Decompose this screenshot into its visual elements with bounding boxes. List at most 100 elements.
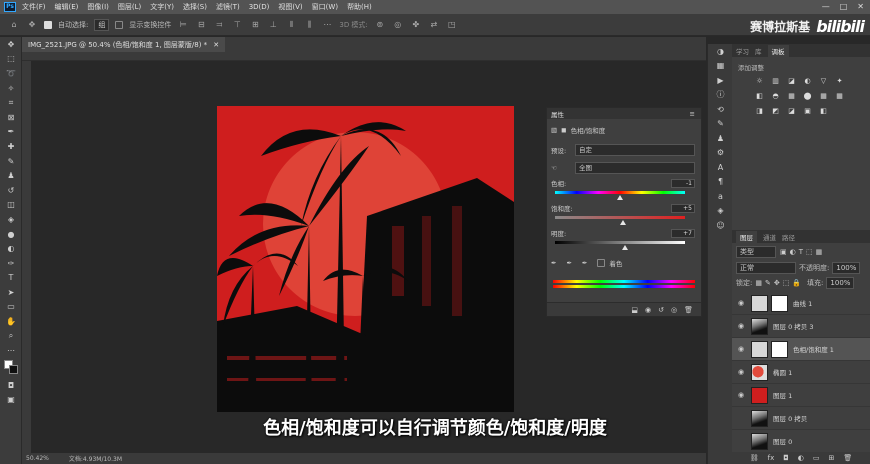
path-select-icon[interactable]: ➤: [0, 285, 22, 300]
saturation-value[interactable]: +5: [671, 203, 695, 213]
target-hand-icon[interactable]: ☜: [551, 164, 557, 172]
layer-name[interactable]: 曲线 1: [793, 298, 812, 308]
distribute-icon[interactable]: ⫴: [285, 19, 297, 31]
saturation-slider-track[interactable]: [555, 216, 685, 219]
distribute-h-icon[interactable]: ⫼: [303, 19, 315, 31]
magic-wand-icon[interactable]: ✧: [0, 81, 22, 96]
layer-name[interactable]: 图层 0 拷贝 3: [773, 321, 813, 331]
adjust-icon[interactable]: ⚙: [708, 146, 733, 161]
opacity-field[interactable]: 100%: [832, 262, 861, 274]
saturation-slider-thumb[interactable]: [620, 220, 627, 225]
more-tools-icon[interactable]: ⋯: [0, 343, 22, 358]
lightness-slider-thumb[interactable]: [621, 245, 628, 250]
fx-icon[interactable]: fx: [768, 454, 775, 462]
layer-mask-thumbnail[interactable]: [771, 340, 788, 358]
visibility-icon[interactable]: ◎: [671, 306, 677, 314]
layer-visibility-icon[interactable]: ◉: [735, 391, 747, 399]
channel-dropdown[interactable]: 全图: [575, 162, 695, 174]
marquee-icon[interactable]: ⬚: [0, 52, 22, 67]
zoom-level[interactable]: 50.42%: [26, 455, 49, 462]
dodge-icon[interactable]: ◐: [0, 241, 22, 256]
add-mask-icon[interactable]: ◘: [783, 454, 789, 462]
layer-visibility-icon[interactable]: ◉: [735, 322, 747, 330]
align-middle-icon[interactable]: ⊞: [249, 19, 261, 31]
document-image[interactable]: [217, 106, 514, 412]
slide-3d-icon[interactable]: ⇄: [428, 19, 440, 31]
character-icon[interactable]: A: [708, 160, 733, 175]
menu-edit[interactable]: 编辑(E): [55, 2, 79, 12]
lightness-slider-track[interactable]: [555, 241, 685, 244]
photoshop-logo-icon[interactable]: Ps: [4, 2, 16, 12]
brush-icon[interactable]: ✎: [0, 154, 22, 169]
color-balance-icon[interactable]: ◓: [770, 91, 781, 101]
pen-icon[interactable]: ✑: [0, 256, 22, 271]
auto-select-dropdown[interactable]: 组: [94, 18, 110, 31]
mask-icon[interactable]: ◼: [561, 126, 566, 134]
eyedropper-plus-icon[interactable]: ✒: [566, 259, 571, 267]
exposure-icon[interactable]: ◐: [802, 76, 813, 86]
menu-view[interactable]: 视图(V): [278, 2, 302, 12]
roll-3d-icon[interactable]: ◎: [392, 19, 404, 31]
layer-mask-thumbnail[interactable]: [771, 294, 788, 312]
reset-icon[interactable]: ↺: [658, 306, 664, 314]
lasso-icon[interactable]: ➰: [0, 66, 22, 81]
invert-icon[interactable]: ◨: [754, 106, 765, 116]
history-icon[interactable]: ⟲: [708, 102, 733, 117]
orbit-3d-icon[interactable]: ⊚: [374, 19, 386, 31]
black-white-icon[interactable]: ▦: [786, 91, 797, 101]
tab-learn[interactable]: 学习: [736, 46, 749, 56]
photo-filter-icon[interactable]: ⬤: [802, 91, 813, 101]
document-tab[interactable]: IMG_2521.JPG @ 50.4% (色相/饱和度 1, 图层蒙版/8) …: [22, 37, 226, 52]
eyedropper-minus-icon[interactable]: ✒: [582, 259, 587, 267]
new-adjustment-icon[interactable]: ◐: [798, 454, 804, 462]
tab-channels[interactable]: 通道: [763, 232, 776, 242]
zoom-icon[interactable]: ⌕: [0, 329, 22, 344]
minimize-button[interactable]: —: [822, 2, 830, 11]
layer-visibility-icon[interactable]: ◉: [735, 299, 747, 307]
document-info[interactable]: 文档:4.93M/10.3M: [69, 454, 122, 463]
tab-layers[interactable]: 图层: [736, 230, 757, 243]
menu-3d[interactable]: 3D(D): [249, 3, 270, 11]
history-brush-icon[interactable]: ↺: [0, 183, 22, 198]
threshold-icon[interactable]: ◪: [786, 106, 797, 116]
shape-icon[interactable]: ▭: [0, 300, 22, 315]
layer-row[interactable]: ◉ 图层 1: [732, 384, 870, 407]
eyedropper-icon[interactable]: ✒: [551, 259, 556, 267]
layer-row[interactable]: ◉ 椭圆 1: [732, 361, 870, 384]
3d-panel-icon[interactable]: ◈: [708, 204, 733, 219]
vibrance-icon[interactable]: ▽: [818, 76, 829, 86]
eraser-icon[interactable]: ◫: [0, 198, 22, 213]
eyedropper-icon[interactable]: ✒: [0, 125, 22, 140]
show-transform-checkbox[interactable]: [115, 20, 124, 29]
gradient-map-icon[interactable]: ▣: [802, 106, 813, 116]
panel-menu-icon[interactable]: ≡: [690, 110, 695, 118]
stamp-icon[interactable]: ♟: [0, 168, 22, 183]
info-icon[interactable]: ⓘ: [708, 88, 733, 103]
delete-icon[interactable]: 🗑: [684, 306, 693, 314]
layer-row[interactable]: ◉ 图层 0 拷贝 3: [732, 315, 870, 338]
align-center-icon[interactable]: ⊟: [195, 19, 207, 31]
close-tab-icon[interactable]: ✕: [213, 41, 219, 49]
actions-icon[interactable]: ▶: [708, 73, 733, 88]
trash-icon[interactable]: 🗑: [843, 454, 852, 462]
hue-value[interactable]: -1: [671, 178, 695, 188]
screen-mode-icon[interactable]: ▣: [0, 393, 22, 408]
hue-slider-track[interactable]: [555, 191, 685, 194]
levels-icon[interactable]: ▥: [770, 76, 781, 86]
menu-file[interactable]: 文件(F): [22, 2, 46, 12]
selective-color-icon[interactable]: ◧: [818, 106, 829, 116]
clip-to-layer-icon[interactable]: ⬓: [631, 306, 638, 314]
curves-icon[interactable]: ◪: [786, 76, 797, 86]
link-icon[interactable]: ⛓: [750, 454, 759, 462]
menu-select[interactable]: 选择(S): [183, 2, 207, 12]
menu-layer[interactable]: 图层(L): [118, 2, 141, 12]
filter-icons[interactable]: ▣◐T⬚▦: [780, 248, 825, 256]
color-panel-icon[interactable]: ◑: [708, 44, 733, 59]
clone-source-icon[interactable]: ♟: [708, 131, 733, 146]
layer-visibility-icon[interactable]: ◉: [735, 368, 747, 376]
view-previous-icon[interactable]: ◉: [645, 306, 651, 314]
maximize-button[interactable]: □: [840, 2, 848, 11]
kind-filter-dropdown[interactable]: 类型: [736, 246, 776, 258]
brightness-icon[interactable]: ☼: [754, 76, 765, 86]
lightness-value[interactable]: +7: [671, 228, 695, 238]
